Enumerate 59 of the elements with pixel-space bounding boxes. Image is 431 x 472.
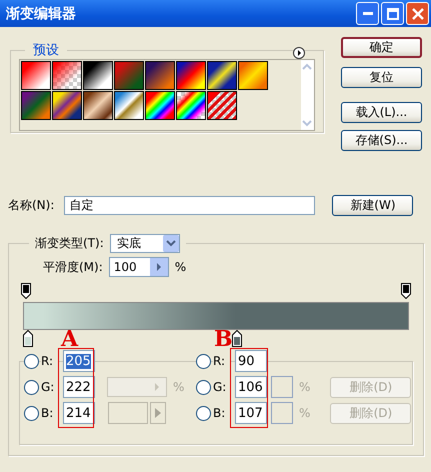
radio-button[interactable]	[196, 406, 211, 420]
radio-button[interactable]	[24, 380, 39, 394]
annotation-letter: B	[214, 326, 233, 352]
radio-button[interactable]	[24, 354, 39, 368]
maximize-button[interactable]	[381, 2, 404, 25]
gradient-swatch[interactable]	[114, 91, 144, 120]
channel-field[interactable]: 90	[235, 350, 267, 372]
name-label: 名称(N):	[8, 197, 54, 214]
percent-label: %	[299, 406, 310, 420]
gradient-swatch[interactable]	[207, 91, 237, 120]
maximize-icon	[386, 8, 398, 20]
smoothness-label: 平滑度(M):	[43, 258, 103, 276]
gradient-swatch[interactable]	[83, 61, 113, 90]
channel-label: R:	[213, 354, 231, 368]
gradient-swatch[interactable]	[21, 61, 51, 90]
percent-label: %	[174, 260, 186, 274]
percent-label: %	[173, 380, 184, 394]
name-field[interactable]: 自定	[64, 196, 316, 215]
color-stop-icon[interactable]	[23, 330, 33, 347]
opacity-stop-icon[interactable]	[21, 283, 31, 299]
gradient-swatch[interactable]	[83, 91, 113, 120]
dialog-button[interactable]: 载入(L)...	[341, 102, 422, 123]
radio-button[interactable]	[196, 380, 211, 394]
opacity-stop-icon[interactable]	[401, 283, 411, 299]
color-stop-icon[interactable]	[232, 330, 242, 347]
close-button[interactable]	[406, 2, 429, 25]
channel-field[interactable]: 222	[63, 376, 95, 398]
gradient-swatch[interactable]	[114, 61, 144, 90]
channel-field[interactable]: 106	[235, 376, 267, 398]
gradient-swatch[interactable]	[176, 61, 206, 90]
gradient-type-dropdown[interactable]: 实底	[110, 234, 180, 253]
gradient-swatch[interactable]	[176, 91, 206, 120]
channel-field[interactable]: 107	[235, 402, 267, 424]
radio-button[interactable]	[196, 354, 211, 368]
gradient-swatch[interactable]	[238, 61, 268, 90]
channel-field[interactable]: 214	[63, 402, 95, 424]
gradient-swatch[interactable]	[21, 91, 51, 120]
gradient-swatch[interactable]	[52, 61, 82, 90]
dialog-button[interactable]: 确定	[341, 37, 422, 58]
radio-button[interactable]	[24, 406, 39, 420]
minimize-button[interactable]	[356, 2, 379, 25]
dialog-button[interactable]: 存储(S)...	[341, 130, 422, 151]
channel-field[interactable]: 205	[63, 350, 95, 372]
gradient-swatch[interactable]	[52, 91, 82, 120]
percent-label: %	[299, 380, 310, 394]
gradient-swatch[interactable]	[145, 61, 175, 90]
new-button[interactable]: 新建(W)	[332, 195, 414, 216]
presets-label: 预设	[32, 42, 60, 59]
dialog-button[interactable]: 复位	[341, 67, 422, 88]
gradient-type-label: 渐变类型(T):	[35, 235, 104, 252]
close-icon	[412, 8, 424, 20]
gradient-bar[interactable]	[23, 302, 409, 330]
smoothness-field[interactable]: 100	[108, 257, 169, 277]
minimize-icon	[362, 12, 372, 16]
gradient-swatch[interactable]	[145, 91, 175, 120]
annotation-letter: A	[61, 326, 78, 352]
gradient-swatch[interactable]	[207, 61, 237, 90]
window-title: 渐变编辑器	[6, 4, 76, 22]
channel-label: R:	[41, 354, 59, 368]
